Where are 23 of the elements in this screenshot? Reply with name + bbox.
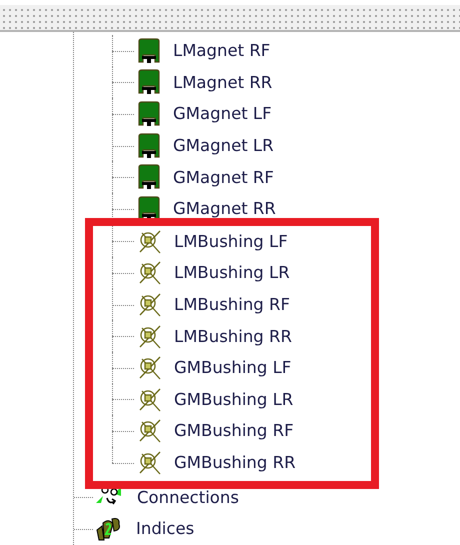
tree-item[interactable]: GMBushing LF — [174, 358, 292, 378]
indices-icon — [95, 516, 122, 542]
tree-item[interactable]: LMagnet RR — [173, 72, 272, 92]
tree-item[interactable]: GMagnet LF — [173, 104, 272, 124]
magnet-icon — [136, 69, 162, 96]
tree-item[interactable]: GMagnet RR — [173, 199, 276, 218]
tree-item[interactable]: LMagnet RF — [173, 41, 270, 60]
tree-item[interactable]: GMagnet RF — [173, 168, 274, 187]
tree-item[interactable]: GMBushing LR — [174, 390, 294, 409]
magnet-icon — [136, 164, 162, 190]
tree-item[interactable]: Connections — [137, 488, 239, 507]
tree-item[interactable]: LMBushing RR — [174, 326, 292, 346]
magnet-icon — [136, 38, 162, 64]
tree-item[interactable]: Indices — [136, 519, 194, 538]
tree-item[interactable]: GMBushing RF — [174, 421, 294, 440]
tree-item[interactable]: LMBushing RF — [174, 295, 290, 314]
magnet-icon — [136, 132, 162, 159]
tree-item[interactable]: GMagnet LR — [173, 136, 274, 156]
magnet-icon — [136, 100, 162, 127]
tree-item[interactable]: GMBushing RR — [174, 453, 296, 472]
toolbar-grip[interactable] — [0, 5, 460, 32]
tree-item[interactable]: LMBushing LF — [174, 232, 288, 251]
tree-item[interactable]: LMBushing LR — [174, 263, 290, 282]
